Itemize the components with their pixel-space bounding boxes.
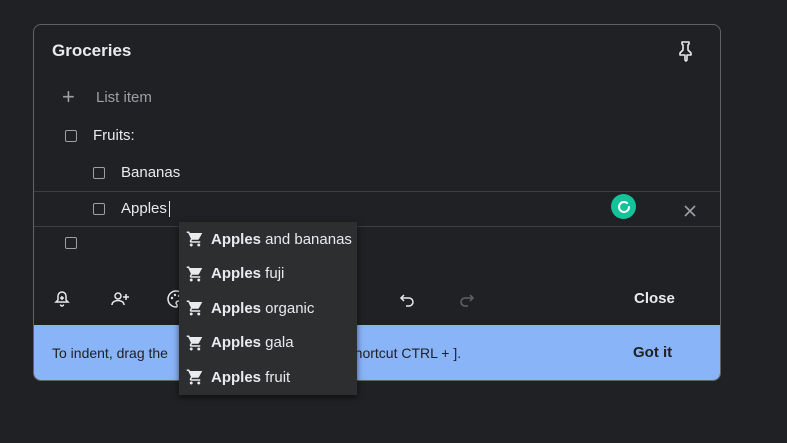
shopping-cart-icon xyxy=(186,300,203,316)
item-checkbox[interactable] xyxy=(65,129,77,142)
list-item-input[interactable]: Apples xyxy=(121,200,170,218)
text-caret xyxy=(168,201,170,218)
tip-text-start: To indent, drag the xyxy=(52,345,168,361)
list-item-editing: Apples xyxy=(93,200,170,218)
shopping-cart-icon xyxy=(186,266,203,282)
plus-icon: + xyxy=(62,84,75,109)
item-checkbox[interactable] xyxy=(65,237,77,249)
suggestion-item[interactable]: Apples and bananas xyxy=(179,222,357,257)
shopping-cart-icon xyxy=(186,369,203,385)
close-button[interactable]: Close xyxy=(634,290,675,307)
shopping-cart-icon xyxy=(186,335,203,351)
list-item: Bananas xyxy=(93,164,180,181)
list-item-text[interactable]: Fruits: xyxy=(93,127,135,144)
item-checkbox[interactable] xyxy=(93,166,105,179)
list-item xyxy=(65,237,93,249)
note-title[interactable]: Groceries xyxy=(52,41,131,61)
indent-tip-banner: To indent, drag the e shortcut CTRL + ].… xyxy=(34,325,720,380)
add-item-placeholder: List item xyxy=(96,88,152,106)
suggestion-item[interactable]: Apples fruit xyxy=(179,360,357,395)
autocomplete-dropdown: Apples and bananas Apples fuji Apples or… xyxy=(179,222,357,395)
grammarly-icon[interactable] xyxy=(611,194,636,219)
pin-icon[interactable] xyxy=(674,39,698,63)
list-item: Fruits: xyxy=(65,127,135,144)
note-editor-card: Groceries + List item Fruits: Bananas Ap… xyxy=(33,24,721,381)
got-it-button[interactable]: Got it xyxy=(633,344,672,361)
close-icon[interactable] xyxy=(682,203,698,219)
add-list-item[interactable]: + List item xyxy=(62,84,152,109)
suggestion-item[interactable]: Apples fuji xyxy=(179,257,357,292)
redo-icon[interactable] xyxy=(456,289,476,309)
suggestion-item[interactable]: Apples gala xyxy=(179,326,357,361)
person-add-icon[interactable] xyxy=(110,289,130,309)
list-item-text[interactable]: Bananas xyxy=(121,164,180,181)
item-checkbox[interactable] xyxy=(93,202,105,215)
suggestion-item[interactable]: Apples organic xyxy=(179,291,357,326)
undo-icon[interactable] xyxy=(398,289,418,309)
bell-plus-icon[interactable] xyxy=(52,289,72,309)
shopping-cart-icon xyxy=(186,231,203,247)
